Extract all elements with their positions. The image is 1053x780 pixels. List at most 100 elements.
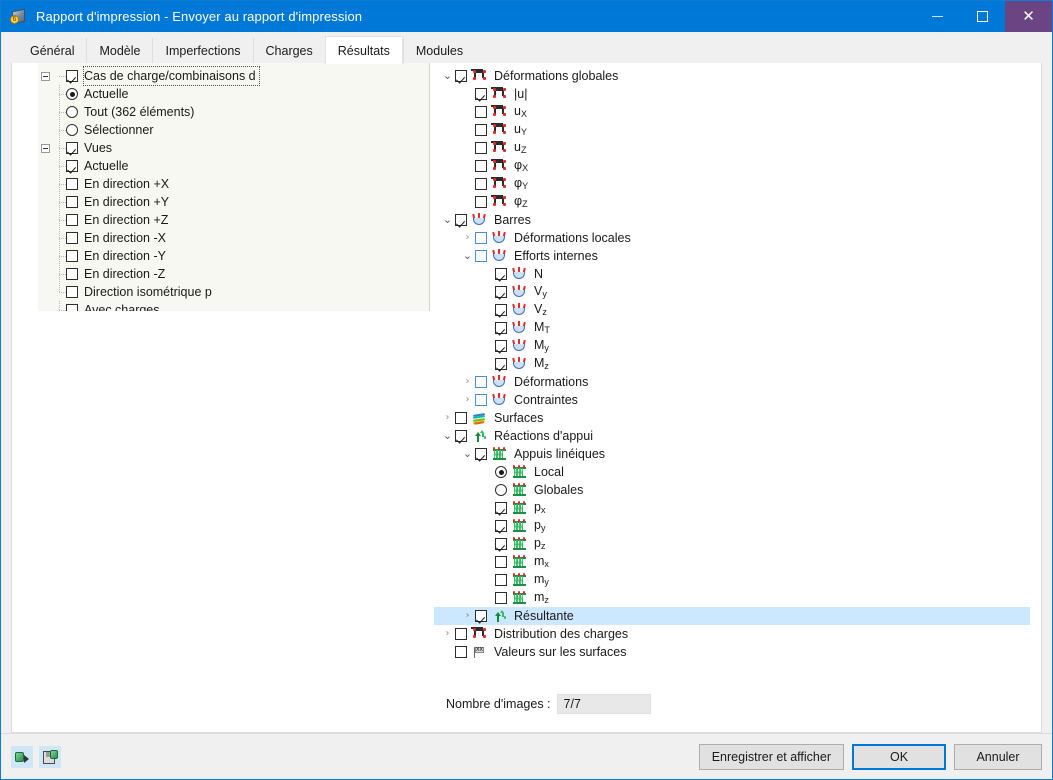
checkbox[interactable] xyxy=(495,286,507,298)
checkbox[interactable] xyxy=(475,124,487,136)
tree-item-pz[interactable]: pz xyxy=(434,535,1030,553)
chevron-right-icon[interactable]: › xyxy=(460,373,475,391)
minimize-button[interactable] xyxy=(915,1,960,32)
checkbox[interactable] xyxy=(475,178,487,190)
chevron-right-icon[interactable]: › xyxy=(440,625,455,643)
checkbox[interactable] xyxy=(66,286,78,298)
tree-item-deformations-globales[interactable]: ⌄ Déformations globales xyxy=(434,67,1030,85)
checkbox[interactable] xyxy=(455,412,467,424)
chevron-right-icon[interactable]: › xyxy=(460,607,475,625)
checkbox[interactable] xyxy=(495,574,507,586)
tree-item-surfaces[interactable]: › Surfaces xyxy=(434,409,1030,427)
chevron-right-icon[interactable]: › xyxy=(460,391,475,409)
checkbox[interactable] xyxy=(66,304,78,311)
checkbox[interactable] xyxy=(475,448,487,460)
checkbox[interactable] xyxy=(495,556,507,568)
tree-item-mz-low[interactable]: mz xyxy=(434,589,1030,607)
tree-item-contraintes[interactable]: › Contraintes xyxy=(434,391,1030,409)
tree-item-barres[interactable]: ⌄ Barres xyxy=(434,211,1030,229)
tab-imperfections[interactable]: Imperfections xyxy=(152,38,253,64)
checkbox[interactable] xyxy=(455,430,467,442)
checkbox[interactable] xyxy=(66,142,78,154)
tree-item-uy[interactable]: uY xyxy=(434,121,1030,139)
checkbox[interactable] xyxy=(455,214,467,226)
checkbox[interactable] xyxy=(495,304,507,316)
chevron-down-icon[interactable]: ⌄ xyxy=(440,211,455,229)
checkbox[interactable] xyxy=(455,628,467,640)
checkbox[interactable] xyxy=(495,502,507,514)
checkbox[interactable] xyxy=(495,340,507,352)
checkbox[interactable] xyxy=(475,106,487,118)
maximize-button[interactable] xyxy=(960,1,1005,32)
tree-item-u-abs[interactable]: |u| xyxy=(434,85,1030,103)
checkbox[interactable] xyxy=(475,394,487,406)
checkbox[interactable] xyxy=(66,178,78,190)
tree-item-vue-plus-y[interactable]: En direction +Y xyxy=(38,193,429,211)
collapse-toggle-icon[interactable] xyxy=(38,67,53,85)
tree-item-n[interactable]: N xyxy=(434,265,1030,283)
radio-button[interactable] xyxy=(495,484,507,496)
checkbox[interactable] xyxy=(475,250,487,262)
tree-item-vz[interactable]: Vz xyxy=(434,301,1030,319)
tree-item-px[interactable]: px xyxy=(434,499,1030,517)
tree-item-py[interactable]: py xyxy=(434,517,1030,535)
cancel-button[interactable]: Annuler xyxy=(954,743,1042,770)
results-tree[interactable]: ⌄ Déformations globales |u| uX uY uZ φX φY φZ ⌄ Ba… xyxy=(434,63,1030,674)
checkbox[interactable] xyxy=(475,160,487,172)
checkbox[interactable] xyxy=(66,70,78,82)
chevron-right-icon[interactable]: › xyxy=(440,409,455,427)
collapse-toggle-icon[interactable] xyxy=(38,139,53,157)
tree-item-uz[interactable]: uZ xyxy=(434,139,1030,157)
checkbox[interactable] xyxy=(475,196,487,208)
tab-resultats[interactable]: Résultats xyxy=(324,36,403,64)
checkbox[interactable] xyxy=(66,196,78,208)
checkbox[interactable] xyxy=(475,376,487,388)
tree-item-appuis-lineiques[interactable]: ⌄ Appuis linéiques xyxy=(434,445,1030,463)
checkbox[interactable] xyxy=(66,268,78,280)
ok-button[interactable]: OK xyxy=(852,743,946,770)
checkbox[interactable] xyxy=(66,232,78,244)
save-settings-icon[interactable] xyxy=(39,745,61,768)
tree-item-mt[interactable]: MT xyxy=(434,319,1030,337)
tree-item-selectionner-radio[interactable]: Sélectionner xyxy=(38,121,429,139)
chevron-down-icon[interactable]: ⌄ xyxy=(460,445,475,463)
radio-button[interactable] xyxy=(66,124,78,136)
checkbox[interactable] xyxy=(475,232,487,244)
tree-item-globales[interactable]: Globales xyxy=(434,481,1030,499)
tree-item-load-cases-root[interactable]: Cas de charge/combinaisons d xyxy=(38,66,429,86)
checkbox[interactable] xyxy=(66,214,78,226)
tree-item-phix[interactable]: φX xyxy=(434,157,1030,175)
checkbox[interactable] xyxy=(495,538,507,550)
chevron-down-icon[interactable]: ⌄ xyxy=(440,427,455,445)
tree-item-vue-isometrique[interactable]: Direction isométrique p xyxy=(38,283,429,301)
tab-modules[interactable]: Modules xyxy=(402,38,476,64)
save-and-show-button[interactable]: Enregistrer et afficher xyxy=(698,743,844,770)
load-cases-tree[interactable]: Cas de charge/combinaisons d Actuelle To… xyxy=(38,63,430,311)
tree-item-reactions-appui[interactable]: ⌄ Réactions d'appui xyxy=(434,427,1030,445)
checkbox[interactable] xyxy=(475,610,487,622)
tree-item-vue-minus-x[interactable]: En direction -X xyxy=(38,229,429,247)
chevron-right-icon[interactable]: › xyxy=(460,229,475,247)
radio-button[interactable] xyxy=(66,88,78,100)
tree-item-my[interactable]: My xyxy=(434,337,1030,355)
tab-general[interactable]: Général xyxy=(18,38,87,64)
checkbox[interactable] xyxy=(66,160,78,172)
tree-item-mx[interactable]: mx xyxy=(434,553,1030,571)
tree-item-vue-minus-y[interactable]: En direction -Y xyxy=(38,247,429,265)
checkbox[interactable] xyxy=(495,268,507,280)
tree-item-avec-charges[interactable]: Avec charges xyxy=(38,301,429,311)
tree-item-resultante[interactable]: › Résultante xyxy=(434,607,1030,625)
tab-charges[interactable]: Charges xyxy=(252,38,325,64)
tab-modele[interactable]: Modèle xyxy=(86,38,153,64)
chevron-down-icon[interactable]: ⌄ xyxy=(440,67,455,85)
tree-item-vues[interactable]: Vues xyxy=(38,139,429,157)
checkbox[interactable] xyxy=(455,70,467,82)
tree-item-deformations[interactable]: › Déformations xyxy=(434,373,1030,391)
tree-item-actuelle-radio[interactable]: Actuelle xyxy=(38,85,429,103)
tree-item-valeurs-surfaces[interactable]: xx Valeurs sur les surfaces xyxy=(434,643,1030,661)
radio-button[interactable] xyxy=(495,466,507,478)
tree-item-phiy[interactable]: φY xyxy=(434,175,1030,193)
tree-item-vy[interactable]: Vy xyxy=(434,283,1030,301)
tree-item-distribution-charges[interactable]: › Distribution des charges xyxy=(434,625,1030,643)
checkbox[interactable] xyxy=(495,592,507,604)
